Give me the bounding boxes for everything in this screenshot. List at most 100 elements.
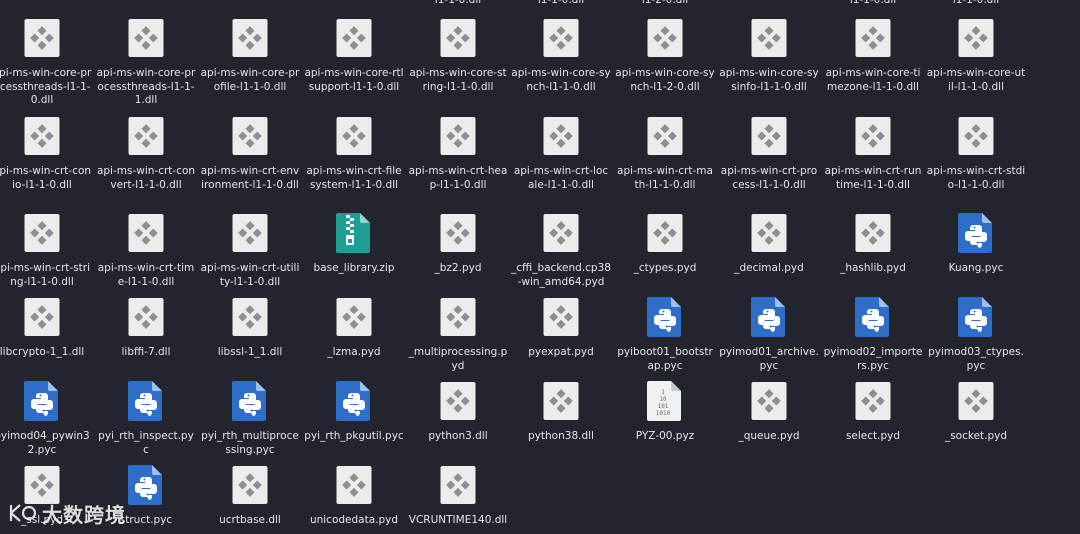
file-item[interactable]: api-ms-win-core-synch-l1-2-0.dll	[615, 18, 715, 94]
generic-file-icon	[647, 18, 683, 58]
file-item[interactable]: unicodedata.pyd	[304, 465, 404, 528]
file-name-label: _queue.pyd	[738, 430, 800, 442]
file-item[interactable]: pyi_rth_multiprocessing.pyc	[200, 381, 300, 457]
file-item[interactable]: api-ms-win-core-util-l1-1-0.dll	[926, 18, 1026, 94]
file-item[interactable]: api-ms-win-core-synch-l1-1-0.dll	[511, 18, 611, 94]
file-name-label: api-ms-win-core-string-l1-1-0.dll	[409, 67, 507, 93]
file-name-label: api-ms-win-crt-heap-l1-1-0.dll	[408, 165, 508, 191]
generic-file-icon	[24, 297, 60, 337]
file-item[interactable]: pyimod02_importers.pyc	[823, 297, 923, 373]
file-item[interactable]: api-ms-win-core-processthreads-l1-1-0.dl…	[0, 18, 92, 108]
file-item[interactable]: pyimod01_archive.pyc	[719, 297, 819, 373]
file-name-label: _hashlib.pyd	[840, 262, 906, 274]
file-item[interactable]: pyiboot01_bootstrap.pyc	[615, 297, 715, 373]
file-name-label: api-ms-win-crt-convert-l1-1-0.dll	[96, 165, 196, 191]
file-name-label: _cffi_backend.cp38-win_amd64.pyd	[511, 262, 611, 288]
generic-file-icon	[24, 18, 60, 58]
generic-file-icon	[440, 381, 476, 421]
file-name-label: api-ms-win-crt-runtime-l1-1-0.dll	[824, 165, 922, 191]
svg-text:101: 101	[658, 403, 669, 410]
file-item[interactable]: api-ms-win-core-string-l1-1-0.dll	[408, 18, 508, 94]
file-item[interactable]: pyi_rth_pkgutil.pyc	[304, 381, 404, 444]
file-name-label: api-ms-win-core-sysinfo-l1-1-0.dll	[719, 67, 819, 93]
file-item[interactable]: pyi_rth_inspect.pyc	[96, 381, 196, 457]
file-item[interactable]: api-ms-win-crt-runtime-l1-1-0.dll	[823, 116, 923, 192]
file-item[interactable]: VCRUNTIME140.dll	[408, 465, 508, 528]
file-item[interactable]: api-ms-win-crt-environment-l1-1-0.dll	[200, 116, 300, 192]
file-item[interactable]: libcrypto-1_1.dll	[0, 297, 92, 360]
file-item[interactable]: _decimal.pyd	[719, 213, 819, 276]
file-item[interactable]: _ctypes.pyd	[615, 213, 715, 276]
file-item[interactable]: _hashlib.pyd	[823, 213, 923, 276]
partial-file-label[interactable]: l1-1-0.dll	[408, 0, 508, 7]
file-name-label: libffi-7.dll	[121, 346, 171, 358]
file-name-label: libssl-1_1.dll	[217, 346, 283, 358]
file-item[interactable]: api-ms-win-crt-stdio-l1-1-0.dll	[926, 116, 1026, 192]
file-item[interactable]: api-ms-win-crt-utility-l1-1-0.dll	[200, 213, 300, 289]
file-item[interactable]: _cffi_backend.cp38-win_amd64.pyd	[511, 213, 611, 289]
generic-file-icon	[24, 116, 60, 156]
file-item[interactable]: pyimod03_ctypes.pyc	[926, 297, 1026, 373]
generic-file-icon	[24, 213, 60, 253]
generic-file-icon	[543, 297, 579, 337]
file-name-label: api-ms-win-core-util-l1-1-0.dll	[926, 67, 1026, 93]
python-file-icon	[958, 213, 994, 253]
file-name-label: pyexpat.pyd	[528, 346, 594, 358]
generic-file-icon	[336, 465, 372, 505]
python-file-icon	[958, 297, 994, 337]
svg-text:1010: 1010	[656, 410, 671, 417]
python-file-icon	[751, 297, 787, 337]
file-item[interactable]: python3.dll	[408, 381, 508, 444]
file-item[interactable]: api-ms-win-crt-math-l1-1-0.dll	[615, 116, 715, 192]
file-item[interactable]: _lzma.pyd	[304, 297, 404, 360]
file-item[interactable]: _queue.pyd	[719, 381, 819, 444]
file-item[interactable]: api-ms-win-crt-string-l1-1-0.dll	[0, 213, 92, 289]
generic-file-icon	[647, 213, 683, 253]
file-item[interactable]: pyexpat.pyd	[511, 297, 611, 360]
file-name-label: pyimod02_importers.pyc	[823, 346, 923, 372]
file-item[interactable]: python38.dll	[511, 381, 611, 444]
file-item[interactable]: api-ms-win-core-timezone-l1-1-0.dll	[823, 18, 923, 94]
file-name-label: api-ms-win-crt-process-l1-1-0.dll	[720, 165, 818, 191]
file-item[interactable]: _socket.pyd	[926, 381, 1026, 444]
partial-file-label[interactable]: l1-1-0.dll	[823, 0, 923, 7]
file-name-label: api-ms-win-core-timezone-l1-1-0.dll	[825, 67, 921, 93]
file-item[interactable]: api-ms-win-crt-locale-l1-1-0.dll	[511, 116, 611, 192]
partial-file-label[interactable]: l1-2-0.dll	[615, 0, 715, 7]
file-item[interactable]: libssl-1_1.dll	[200, 297, 300, 360]
file-item[interactable]: api-ms-win-crt-conio-l1-1-0.dll	[0, 116, 92, 192]
file-item[interactable]: Kuang.pyc	[926, 213, 1026, 276]
file-name-label: api-ms-win-crt-environment-l1-1-0.dll	[200, 165, 300, 191]
file-item[interactable]: api-ms-win-crt-convert-l1-1-0.dll	[96, 116, 196, 192]
file-item[interactable]: api-ms-win-crt-process-l1-1-0.dll	[719, 116, 819, 192]
file-item[interactable]: api-ms-win-crt-heap-l1-1-0.dll	[408, 116, 508, 192]
python-file-icon	[128, 381, 164, 421]
file-item[interactable]: api-ms-win-core-rtlsupport-l1-1-0.dll	[304, 18, 404, 94]
file-item[interactable]: api-ms-win-crt-time-l1-1-0.dll	[96, 213, 196, 289]
file-item[interactable]: _bz2.pyd	[408, 213, 508, 276]
generic-file-icon	[440, 116, 476, 156]
file-item[interactable]: base_library.zip	[304, 213, 404, 276]
file-item[interactable]: _multiprocessing.pyd	[408, 297, 508, 373]
binary-file-icon: 1 10 101 1010	[647, 381, 683, 421]
file-item[interactable]: select.pyd	[823, 381, 923, 444]
python-file-icon	[232, 381, 268, 421]
file-item[interactable]: ucrtbase.dll	[200, 465, 300, 528]
file-item[interactable]: libffi-7.dll	[96, 297, 196, 360]
file-name-label: api-ms-win-crt-filesystem-l1-1-0.dll	[306, 165, 402, 191]
file-name-label: pyi_rth_inspect.pyc	[98, 430, 194, 456]
file-item[interactable]: api-ms-win-core-processthreads-l1-1-1.dl…	[96, 18, 196, 108]
generic-file-icon	[232, 465, 268, 505]
file-name-label: PYZ-00.pyz	[635, 430, 695, 442]
file-item[interactable]: pyimod04_pywin32.pyc	[0, 381, 92, 457]
partial-file-label[interactable]: l1-1-0.dll	[926, 0, 1026, 7]
file-name-label: pyiboot01_bootstrap.pyc	[617, 346, 713, 372]
file-item[interactable]: 1 10 101 1010 PYZ-00.pyz	[615, 381, 715, 444]
generic-file-icon	[855, 213, 891, 253]
file-name-label: api-ms-win-core-processthreads-l1-1-1.dl…	[96, 67, 196, 106]
file-item[interactable]: api-ms-win-core-sysinfo-l1-1-0.dll	[719, 18, 819, 94]
partial-file-label[interactable]: l1-1-0.dll	[511, 0, 611, 7]
python-file-icon	[855, 297, 891, 337]
file-item[interactable]: api-ms-win-core-profile-l1-1-0.dll	[200, 18, 300, 94]
file-item[interactable]: api-ms-win-crt-filesystem-l1-1-0.dll	[304, 116, 404, 192]
